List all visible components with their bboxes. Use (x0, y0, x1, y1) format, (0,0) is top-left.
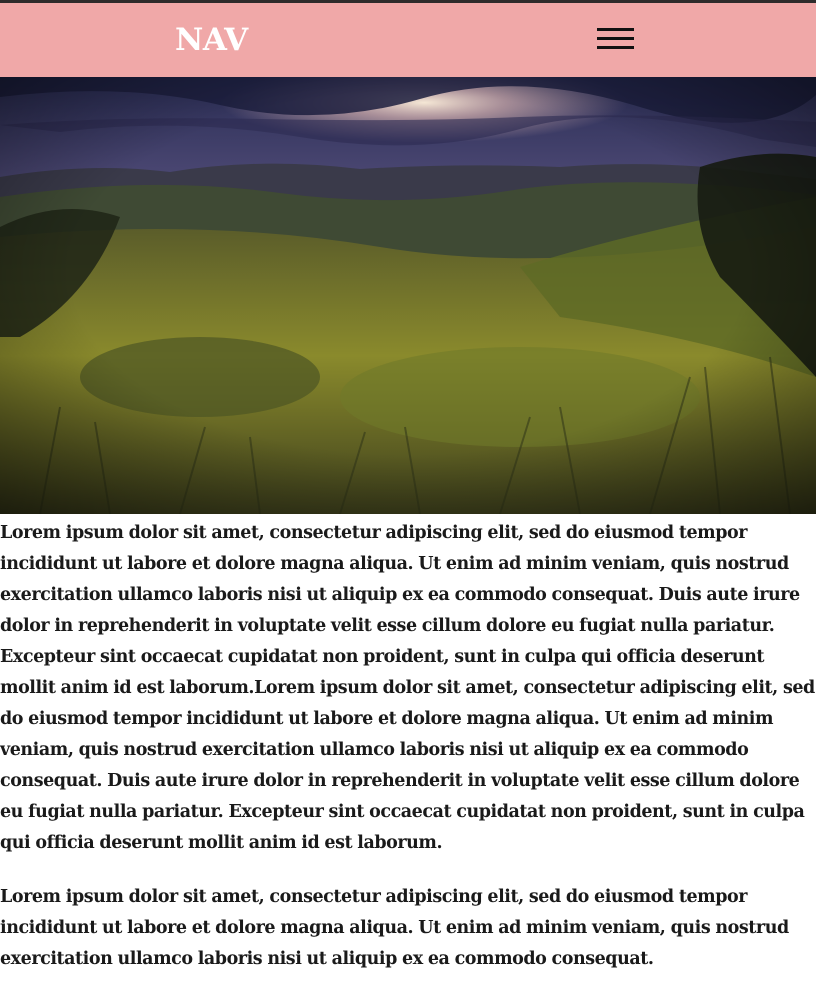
main-content: Lorem ipsum dolor sit amet, consectetur … (0, 518, 816, 998)
menu-bar-top (597, 28, 634, 31)
body-paragraph: Lorem ipsum dolor sit amet, consectetur … (0, 523, 815, 853)
hamburger-menu-icon[interactable] (591, 23, 639, 57)
top-border-stripe (0, 0, 816, 3)
landscape-sunset-photo (0, 77, 816, 514)
menu-bar-middle (597, 37, 634, 40)
hero-image (0, 77, 816, 514)
body-paragraph: Lorem ipsum dolor sit amet, consectetur … (0, 887, 789, 969)
top-navigation-bar: NAV (0, 0, 816, 77)
menu-bar-bottom (597, 46, 634, 49)
site-logo[interactable]: NAV (175, 20, 248, 60)
